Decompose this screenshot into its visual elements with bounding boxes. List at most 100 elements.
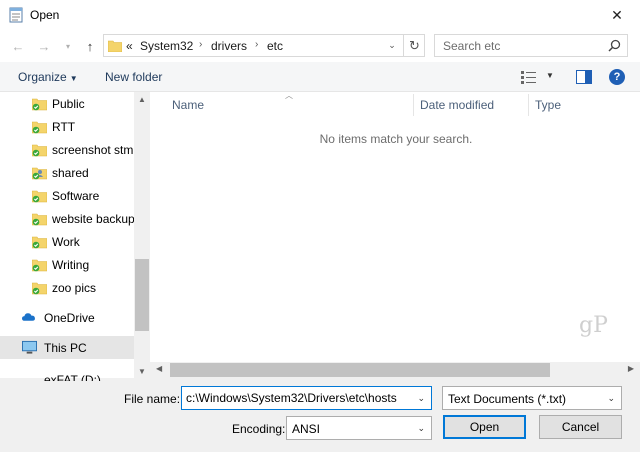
nav-item-label: OneDrive <box>44 311 95 325</box>
synced-folder-icon <box>32 121 47 134</box>
close-button[interactable]: ✕ <box>594 0 640 30</box>
sort-ascending-icon: ︿ <box>285 91 293 100</box>
search-box[interactable]: Search etc <box>434 34 628 57</box>
chevron-down-icon: ⌄ <box>417 423 425 433</box>
nav-item-label: Public <box>52 97 85 111</box>
file-name-field[interactable]: ⌄ <box>181 386 432 410</box>
nav-item-writing[interactable]: Writing <box>0 253 134 276</box>
chevron-down-icon: ⌄ <box>388 40 396 50</box>
encoding-value: ANSI <box>292 422 321 436</box>
breadcrumb-drivers[interactable]: drivers <box>211 39 247 53</box>
nav-item-this-pc[interactable]: This PC <box>0 336 134 359</box>
nav-item-work[interactable]: Work <box>0 230 134 253</box>
encoding-label: Encoding: <box>232 422 286 436</box>
computer-icon <box>22 340 37 354</box>
window-title: Open <box>30 8 60 22</box>
open-button[interactable]: Open <box>443 415 526 439</box>
file-type-select[interactable]: Text Documents (*.txt) ⌄ <box>442 386 622 410</box>
nav-item-onedrive[interactable]: OneDrive <box>0 306 134 329</box>
nav-item-label: website backups <box>52 212 141 226</box>
nav-item-label: RTT <box>52 120 76 134</box>
search-placeholder: Search etc <box>443 39 501 53</box>
synced-folder-icon <box>32 98 47 111</box>
scroll-left-icon[interactable]: ◀ <box>156 364 162 373</box>
breadcrumb-system32[interactable]: System32 <box>140 39 193 53</box>
synced-folder-icon <box>32 259 47 272</box>
file-name-input[interactable] <box>186 391 408 405</box>
cloud-icon <box>22 313 35 321</box>
file-horizontal-scrollbar[interactable]: ◀ ▶ <box>150 362 640 378</box>
nav-item-label: Writing <box>52 258 90 272</box>
address-row: ← → ▾ ↑ « System32 › drivers › etc ⌄ ↻ S… <box>0 30 640 62</box>
synced-folder-icon <box>32 190 47 203</box>
up-button[interactable]: ↑ <box>82 38 98 54</box>
column-divider[interactable] <box>413 94 414 116</box>
breadcrumb-etc[interactable]: etc <box>267 39 283 53</box>
empty-message: No items match your search. <box>319 132 473 146</box>
recent-locations-button[interactable]: ▾ <box>60 38 76 54</box>
search-icon <box>608 39 621 52</box>
nav-item-website-backups[interactable]: website backups <box>0 207 141 230</box>
refresh-icon: ↻ <box>409 37 420 53</box>
shared-folder-icon <box>32 167 47 180</box>
synced-folder-icon <box>32 236 47 249</box>
address-dropdown-button[interactable]: ⌄ <box>381 34 403 57</box>
folder-icon <box>108 40 122 52</box>
nav-item-shared[interactable]: shared <box>0 161 134 184</box>
column-header-name[interactable]: Name <box>172 92 204 118</box>
synced-folder-icon <box>32 282 47 295</box>
column-divider[interactable] <box>528 94 529 116</box>
nav-item-screenshot-stmp[interactable]: screenshot stmp <box>0 138 140 161</box>
nav-item-label: This PC <box>44 341 87 355</box>
file-type-value: Text Documents (*.txt) <box>448 392 567 406</box>
nav-item-label: Work <box>52 235 80 249</box>
scroll-down-icon[interactable]: ▼ <box>138 367 146 376</box>
help-button[interactable]: ? <box>609 69 625 85</box>
caret-down-icon: ▼ <box>69 74 78 83</box>
refresh-button[interactable]: ↻ <box>403 34 425 57</box>
scroll-up-icon[interactable]: ▲ <box>138 95 146 104</box>
change-view-icon[interactable] <box>521 70 539 84</box>
arrow-right-icon: → <box>37 38 51 54</box>
column-header-date-modified[interactable]: Date modified <box>420 92 494 118</box>
chevron-down-icon[interactable]: ⌄ <box>417 393 425 404</box>
nav-item-software[interactable]: Software <box>0 184 134 207</box>
back-button[interactable]: ← <box>10 38 26 54</box>
breadcrumb-separator[interactable]: › <box>199 39 202 50</box>
organize-label: Organize <box>18 70 67 84</box>
organize-button[interactable]: Organize ▼ <box>18 70 78 84</box>
dialog-footer: exFAT (D:) File name: ⌄ Text Documents (… <box>0 373 640 452</box>
scrollbar-thumb[interactable] <box>170 363 550 377</box>
nav-vertical-scrollbar[interactable]: ▲ ▼ <box>134 92 150 380</box>
nav-item-public[interactable]: Public <box>0 92 134 115</box>
scroll-right-icon[interactable]: ▶ <box>628 364 634 373</box>
preview-pane-icon[interactable] <box>576 70 592 84</box>
forward-button[interactable]: → <box>36 38 52 54</box>
encoding-select[interactable]: ANSI ⌄ <box>286 416 432 440</box>
scrollbar-thumb[interactable] <box>135 259 149 331</box>
chevron-down-icon: ⌄ <box>607 393 615 403</box>
arrow-up-icon: ↑ <box>86 38 94 54</box>
watermark-logo: gP <box>579 313 608 338</box>
title-bar: Open ✕ <box>0 0 640 30</box>
notepad-icon <box>9 7 23 23</box>
cancel-button[interactable]: Cancel <box>539 415 622 439</box>
close-icon: ✕ <box>611 6 623 23</box>
view-options-dropdown[interactable]: ▼ <box>546 71 554 80</box>
navigation-pane[interactable]: Public RTT screenshot stmp shared Softwa… <box>0 92 150 380</box>
file-list[interactable]: ︿ Name Date modified Type No items match… <box>150 91 640 363</box>
nav-item-label: Software <box>52 189 100 203</box>
nav-item-zoo-pics[interactable]: zoo pics <box>0 276 134 299</box>
breadcrumb-separator[interactable]: › <box>255 39 258 50</box>
nav-item-rtt[interactable]: RTT <box>0 115 134 138</box>
address-bar[interactable]: « System32 › drivers › etc <box>103 34 425 57</box>
nav-item-label: screenshot stmp <box>52 143 141 157</box>
command-bar: Organize ▼ New folder ▼ ? <box>0 62 640 92</box>
column-header-type[interactable]: Type <box>535 92 561 118</box>
nav-item-label: zoo pics <box>52 281 97 295</box>
file-name-label: File name: <box>124 392 181 406</box>
synced-folder-icon <box>32 213 47 226</box>
partial-label: exFAT (D:) <box>44 373 101 381</box>
breadcrumb-overflow[interactable]: « <box>126 39 133 53</box>
new-folder-button[interactable]: New folder <box>105 70 162 84</box>
